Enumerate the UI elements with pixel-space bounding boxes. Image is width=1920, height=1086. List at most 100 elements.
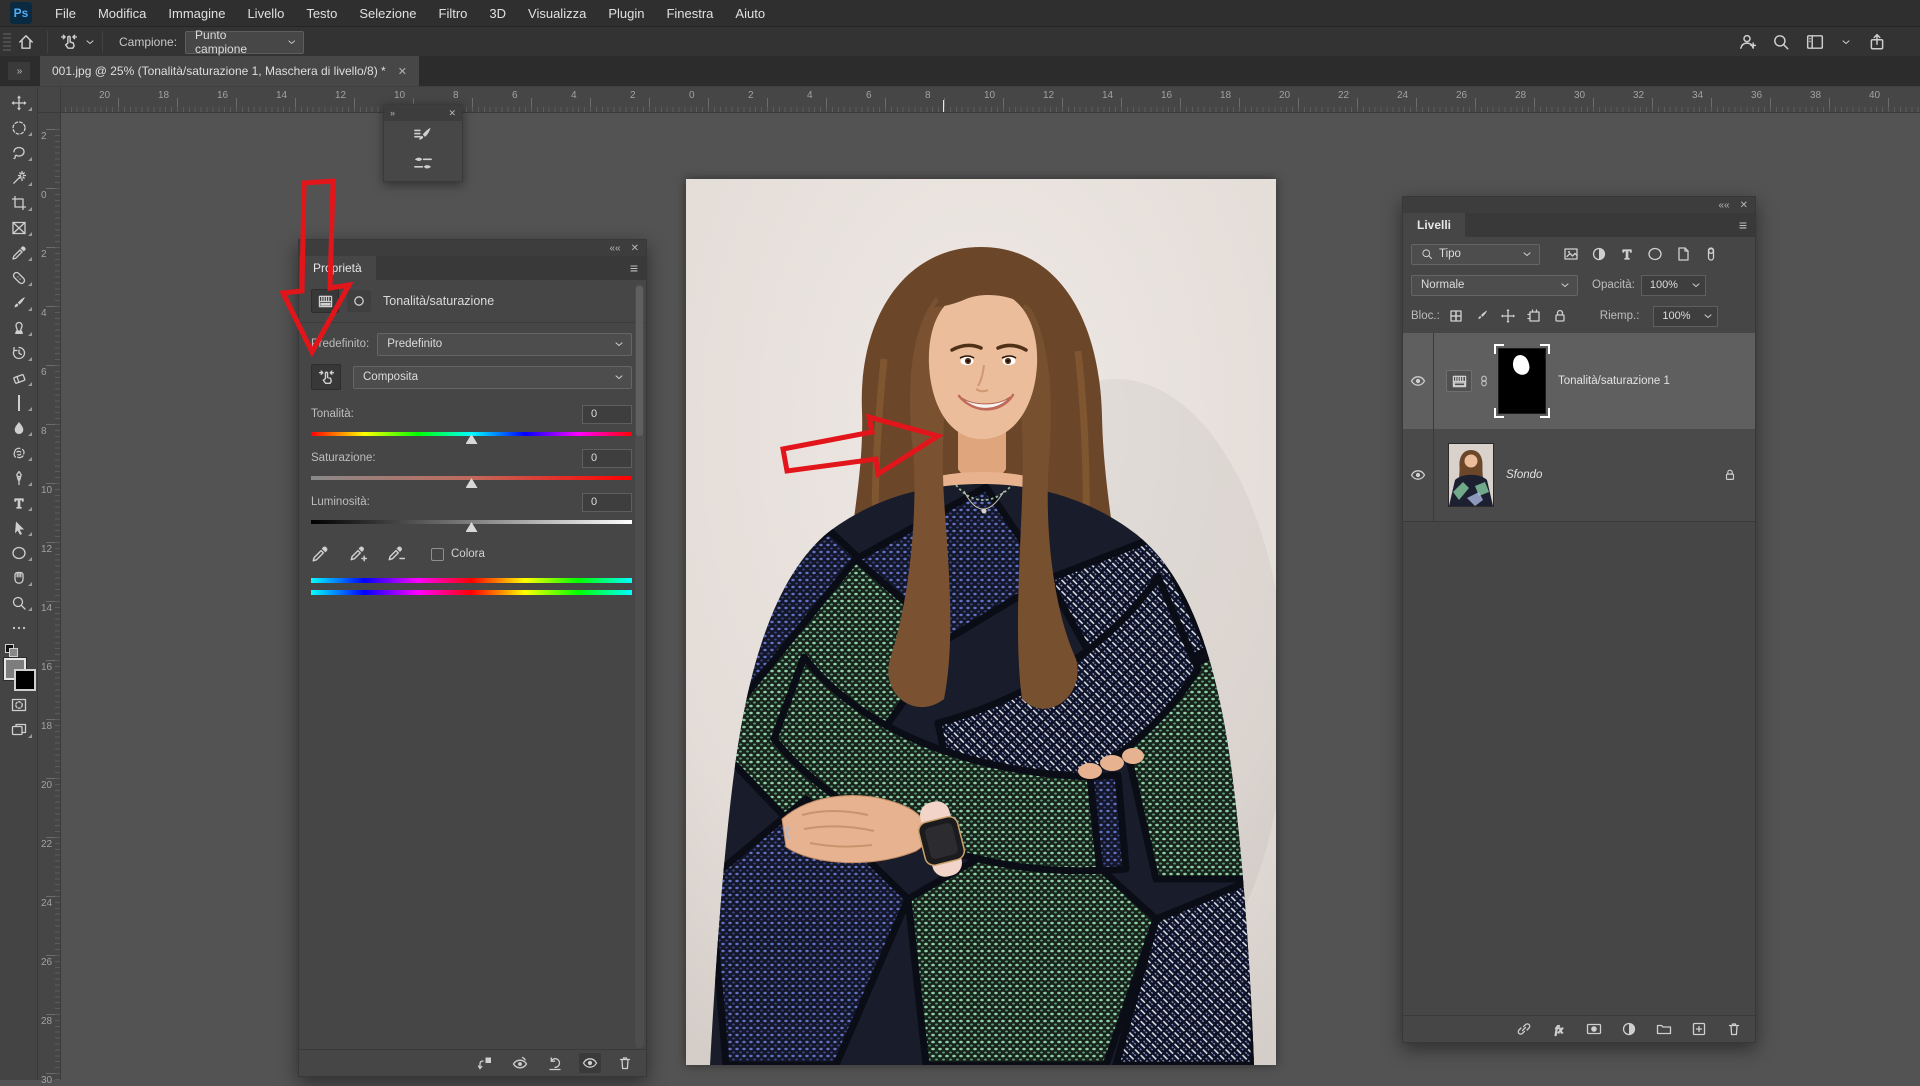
lock-move-icon[interactable] (1500, 308, 1516, 324)
add-mask-icon[interactable] (1583, 1019, 1605, 1039)
adjustment-icon[interactable] (1591, 246, 1607, 262)
tab-properties[interactable]: Proprietà (299, 256, 376, 280)
close-panel-icon[interactable]: ✕ (631, 243, 639, 254)
menu-item-3d[interactable]: 3D (478, 0, 517, 26)
channel-dropdown[interactable]: Composita (353, 366, 632, 389)
layer-name[interactable]: Sfondo (1506, 469, 1542, 481)
hue-slider[interactable] (311, 432, 632, 436)
menu-item-finestra[interactable]: Finestra (655, 0, 724, 26)
menu-item-file[interactable]: File (44, 0, 87, 26)
tool-eraser[interactable] (0, 365, 37, 390)
masks-badge[interactable] (347, 290, 371, 312)
collapse-toolbar-button[interactable]: » (8, 62, 30, 80)
menu-item-immagine[interactable]: Immagine (157, 0, 236, 26)
tool-path-selection[interactable] (0, 515, 37, 540)
menu-item-filtro[interactable]: Filtro (428, 0, 479, 26)
layer-thumbnail[interactable] (1448, 443, 1494, 507)
colorize-checkbox[interactable] (431, 548, 444, 561)
shape-icon[interactable] (1647, 246, 1663, 262)
menu-item-selezione[interactable]: Selezione (348, 0, 427, 26)
tool-zoom[interactable] (0, 590, 37, 615)
share-icon[interactable] (1868, 33, 1886, 51)
new-group-icon[interactable] (1653, 1019, 1675, 1039)
home-button[interactable] (11, 29, 41, 55)
lock-all-icon[interactable] (1552, 308, 1568, 324)
chevron-down-icon[interactable] (1840, 36, 1852, 48)
targeted-adjustment-button[interactable] (311, 364, 341, 390)
tab-layers[interactable]: Livelli (1403, 213, 1465, 237)
layer-visibility-toggle[interactable] (1403, 429, 1434, 521)
expand-panel-icon[interactable]: » (390, 108, 395, 118)
tool-frame[interactable] (0, 215, 37, 240)
reset-icon[interactable] (544, 1053, 566, 1073)
lock-transparency-icon[interactable] (1448, 308, 1464, 324)
hue-value-input[interactable] (582, 405, 632, 424)
filter-type-dropdown[interactable]: Tipo (1411, 244, 1540, 265)
tool-history-brush[interactable] (0, 340, 37, 365)
adjustment-layer-thumbnail[interactable] (1446, 370, 1472, 392)
tool-type[interactable]: T (0, 490, 37, 515)
menu-item-aiuto[interactable]: Aiuto (724, 0, 776, 26)
saturation-slider[interactable] (311, 476, 632, 480)
tool-brush[interactable] (0, 290, 37, 315)
brushes-button[interactable] (396, 151, 450, 175)
lock-paint-icon[interactable] (1474, 308, 1490, 324)
panel-menu-icon[interactable]: ≡ (1739, 217, 1747, 233)
lock-artboard-icon[interactable] (1526, 308, 1542, 324)
background-color-swatch[interactable] (14, 669, 36, 691)
account-icon[interactable] (1738, 33, 1756, 51)
options-bar-grip[interactable] (3, 33, 11, 51)
link-layers-icon[interactable] (1513, 1019, 1535, 1039)
close-panel-icon[interactable]: ✕ (448, 108, 456, 119)
collapse-panel-icon[interactable]: «« (609, 243, 620, 254)
tool-hand[interactable] (0, 565, 37, 590)
tool-marquee[interactable] (0, 115, 37, 140)
opacity-field[interactable]: 100% (1641, 275, 1706, 296)
smart-object-icon[interactable] (1675, 246, 1691, 262)
visibility-icon[interactable] (579, 1053, 601, 1073)
tool-eyedropper[interactable] (0, 240, 37, 265)
blend-mode-dropdown[interactable]: Normale (1411, 275, 1578, 296)
eyedropper-icon[interactable] (311, 545, 329, 563)
mask-link-icon[interactable] (1478, 373, 1490, 389)
layer-visibility-toggle[interactable] (1403, 333, 1434, 429)
delete-icon[interactable] (614, 1053, 636, 1073)
close-panel-icon[interactable]: ✕ (1740, 200, 1748, 211)
search-icon[interactable] (1772, 33, 1790, 51)
preset-dropdown[interactable]: Predefinito (377, 333, 632, 356)
tool-blur[interactable] (0, 415, 37, 440)
saturation-value-input[interactable] (582, 449, 632, 468)
document-tab[interactable]: 001.jpg @ 25% (Tonalità/saturazione 1, M… (40, 56, 419, 86)
layer-name[interactable]: Tonalità/saturazione 1 (1558, 375, 1670, 387)
clip-to-layer-icon[interactable] (474, 1053, 496, 1073)
menu-item-livello[interactable]: Livello (236, 0, 295, 26)
tool-sponge[interactable] (0, 440, 37, 465)
targeted-adjustment-tool-button[interactable] (54, 29, 84, 55)
collapse-panel-icon[interactable]: «« (1718, 200, 1729, 211)
new-adjustment-icon[interactable] (1618, 1019, 1640, 1039)
sample-dropdown[interactable]: Punto campione (185, 31, 304, 54)
panel-scrollbar[interactable] (635, 284, 644, 1048)
type-icon[interactable]: T (1619, 246, 1635, 262)
delete-layer-icon[interactable] (1723, 1019, 1745, 1039)
chevron-down-icon[interactable] (84, 36, 96, 48)
new-layer-icon[interactable] (1688, 1019, 1710, 1039)
lightness-slider-thumb[interactable] (466, 522, 478, 532)
fill-field[interactable]: 100% (1653, 306, 1718, 327)
tool-healing[interactable] (0, 265, 37, 290)
layer-effects-icon[interactable]: fx (1548, 1019, 1570, 1039)
tool-move[interactable] (0, 90, 37, 115)
menu-item-plugin[interactable]: Plugin (597, 0, 655, 26)
photo-canvas[interactable] (686, 179, 1276, 1065)
eyedropper-plus-icon[interactable] (349, 545, 367, 563)
hue-slider-thumb[interactable] (466, 434, 478, 444)
workspace-icon[interactable] (1806, 33, 1824, 51)
tool-gradient[interactable] (0, 390, 37, 415)
lightness-slider[interactable] (311, 520, 632, 524)
view-previous-icon[interactable] (509, 1053, 531, 1073)
quick-mask-button[interactable] (0, 692, 37, 717)
menu-item-visualizza[interactable]: Visualizza (517, 0, 597, 26)
image-icon[interactable] (1563, 246, 1579, 262)
panel-menu-icon[interactable]: ≡ (630, 260, 638, 276)
layer-row-hue-saturation[interactable]: Tonalità/saturazione 1 (1403, 333, 1755, 430)
